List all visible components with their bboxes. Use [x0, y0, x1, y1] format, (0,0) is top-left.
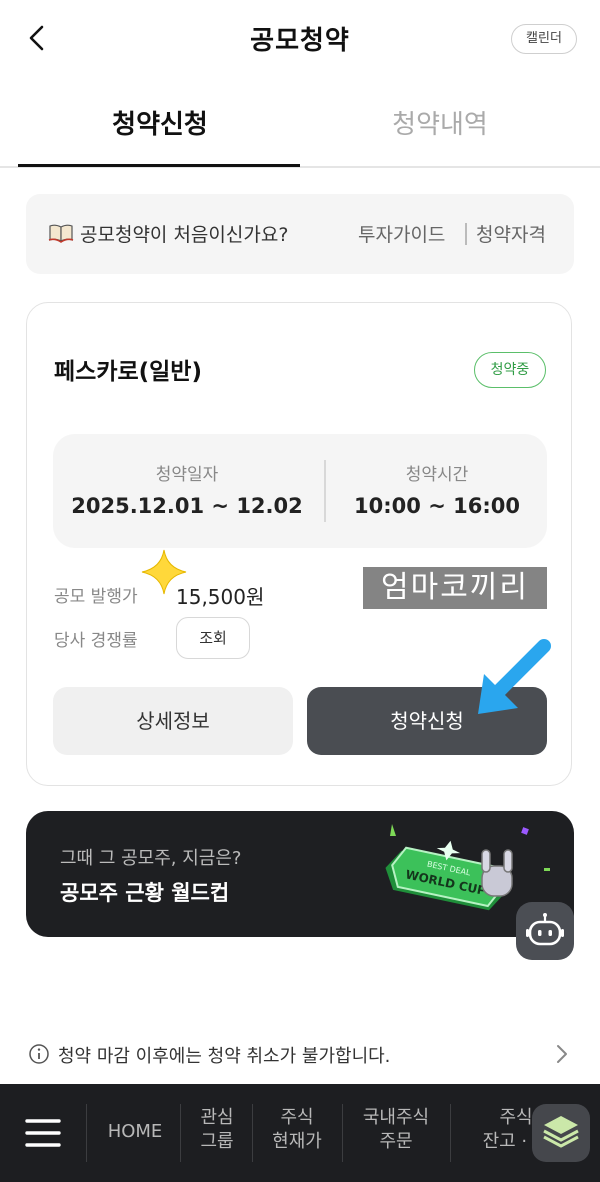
layers-icon — [543, 1116, 579, 1148]
eligibility-link[interactable]: 청약자격 — [476, 220, 546, 247]
banner-subtitle: 그때 그 공모주, 지금은? — [60, 848, 242, 869]
chevron-right-icon[interactable] — [552, 1042, 572, 1066]
nav-watchlist-line2: 그룹 — [200, 1131, 234, 1152]
nav-home-label: HOME — [107, 1121, 163, 1142]
nav-stock-price[interactable]: 주식 현재가 — [254, 1106, 340, 1154]
info-icon — [29, 1044, 49, 1064]
guide-link-separator — [465, 223, 467, 245]
schedule-box — [53, 434, 547, 548]
nav-stock-price-line1: 주식 — [280, 1107, 314, 1128]
detail-info-button[interactable]: 상세정보 — [53, 687, 293, 755]
nav-watchlist[interactable]: 관심 그룹 — [182, 1106, 252, 1154]
nav-domestic-order-line2: 주문 — [379, 1131, 413, 1152]
time-label: 청약시간 — [405, 465, 469, 485]
nav-stock-price-line2: 현재가 — [272, 1131, 322, 1152]
status-badge: 청약중 — [474, 352, 546, 388]
nav-separator — [342, 1104, 343, 1162]
competition-query-button[interactable]: 조회 — [176, 617, 250, 659]
cancellation-notice: 청약 마감 이후에는 청약 취소가 불가합니다. — [58, 1046, 391, 1067]
sparkle-icon — [141, 549, 187, 595]
tab-history[interactable]: 청약내역 — [290, 104, 590, 141]
pointing-arrow-icon — [478, 639, 551, 714]
investment-guide-link[interactable]: 투자가이드 — [358, 220, 445, 247]
nav-separator — [86, 1104, 87, 1162]
nav-separator — [180, 1104, 181, 1162]
nav-home[interactable]: HOME — [92, 1120, 178, 1144]
nav-domestic-order-line1: 국내주식 — [362, 1107, 430, 1128]
tab-apply[interactable]: 청약신청 — [10, 104, 310, 141]
chatbot-button[interactable] — [516, 902, 574, 960]
time-value: 10:00 ~ 16:00 — [354, 494, 520, 518]
price-label: 공모 발행가 — [54, 587, 138, 607]
nav-domestic-order[interactable]: 국내주식 주문 — [344, 1106, 448, 1154]
guide-question: 공모청약이 처음이신가요? — [80, 224, 289, 246]
stock-name: 페스카로(일반) — [54, 359, 202, 385]
menu-icon[interactable] — [24, 1116, 62, 1150]
date-value: 2025.12.01 ~ 12.02 — [71, 494, 303, 518]
competition-label: 당사 경쟁률 — [54, 631, 138, 651]
robot-icon — [526, 913, 564, 946]
active-tab-indicator — [18, 164, 300, 167]
nav-separator — [252, 1104, 253, 1162]
nav-separator — [450, 1104, 451, 1162]
price-value: 15,500원 — [176, 585, 265, 609]
nav-watchlist-line1: 관심 — [200, 1107, 234, 1128]
page-title: 공모청약 — [250, 26, 350, 56]
banner-title: 공모주 근황 월드컵 — [60, 881, 230, 905]
book-icon — [48, 224, 74, 243]
calendar-button[interactable]: 캘린더 — [511, 24, 577, 54]
date-label: 청약일자 — [155, 465, 219, 485]
watermark-text: 엄마코끼리 — [363, 567, 547, 609]
layers-button[interactable] — [532, 1104, 590, 1162]
